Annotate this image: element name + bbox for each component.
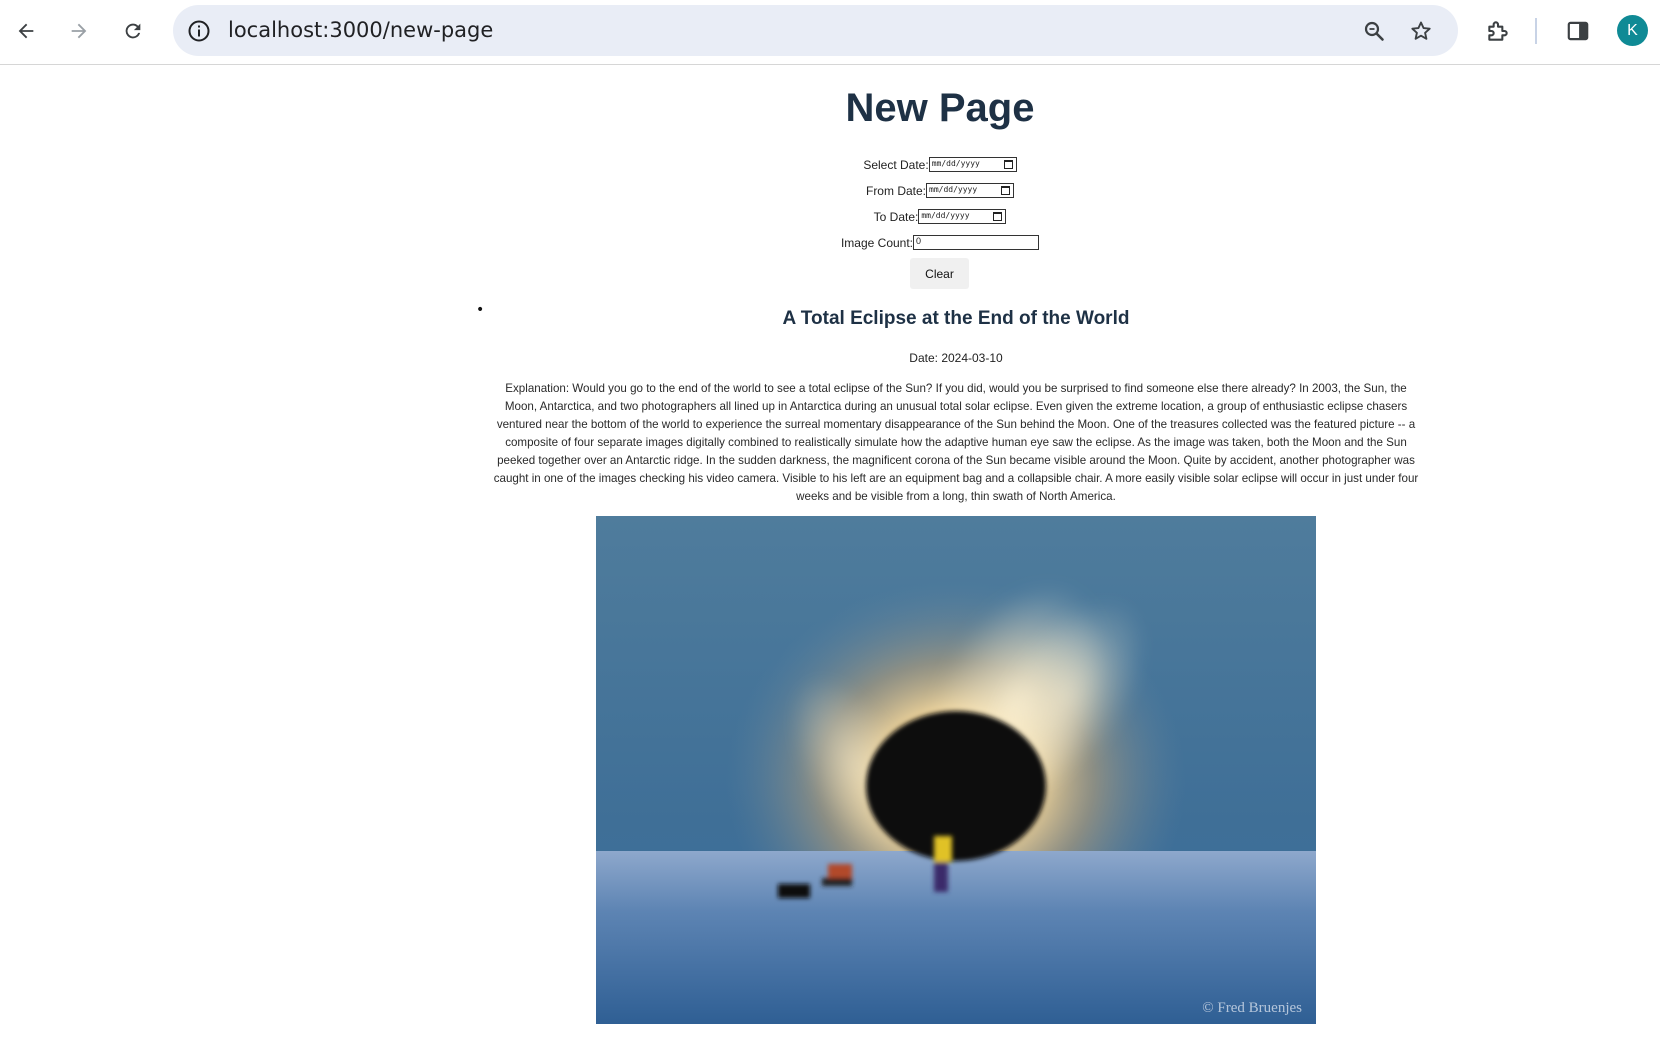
forward-button[interactable] [62,14,96,48]
calendar-icon[interactable] [1001,186,1010,196]
apod-explanation: Explanation: Would you go to the end of … [493,382,1419,503]
page-content: New Page Select Date: mm/dd/yyyy From Dat… [0,66,1660,1042]
back-button[interactable] [9,14,43,48]
select-date-label: Select Date: [863,157,929,172]
select-date-row: Select Date: mm/dd/yyyy [0,157,1660,173]
reload-button[interactable] [116,14,150,48]
profile-avatar[interactable]: K [1617,15,1648,46]
side-panel-icon [1567,21,1589,41]
bookmark-button[interactable] [1407,17,1435,45]
image-credit: © Fred Bruenjes [1202,1000,1302,1016]
site-info-button[interactable] [184,16,214,46]
to-date-label: To Date: [873,209,919,224]
from-date-label: From Date: [865,183,926,198]
image-count-input[interactable]: 0 [913,235,1040,251]
image-count-label: Image Count: [840,235,914,250]
from-date-row: From Date: mm/dd/yyyy [0,183,1660,199]
apod-date: Date: 2024-03-10 [909,351,1003,365]
toolbar-divider [1535,18,1537,44]
eclipse-photo: © Fred Bruenjes [596,516,1316,1024]
select-date-input[interactable]: mm/dd/yyyy [928,157,1017,173]
clear-button[interactable]: Clear [910,258,969,289]
page-title: New Page [845,86,1035,130]
from-date-placeholder: mm/dd/yyyy [929,185,978,195]
image-count-row: Image Count: 0 [0,235,1660,251]
zoom-button[interactable] [1360,17,1388,45]
side-panel-button[interactable] [1562,15,1594,47]
reload-icon [125,23,141,39]
arrow-right-icon [71,23,87,39]
to-date-input[interactable]: mm/dd/yyyy [918,209,1007,225]
calendar-icon[interactable] [1003,160,1013,170]
puzzle-icon [1488,21,1508,41]
star-icon [1411,21,1431,40]
magnifier-icon [1364,21,1384,41]
calendar-icon[interactable] [993,212,1003,222]
apod-title: A Total Eclipse at the End of the World [782,308,1130,329]
address-bar[interactable]: localhost:3000/new-page [173,5,1458,56]
apod-image: © Fred Bruenjes [596,516,1316,1024]
arrow-left-icon [18,23,34,39]
browser-toolbar: localhost:3000/new-page K [0,0,1660,65]
info-icon [188,20,210,42]
extensions-button[interactable] [1482,15,1514,47]
select-date-placeholder: mm/dd/yyyy [931,159,980,169]
from-date-input[interactable]: mm/dd/yyyy [926,183,1014,199]
to-date-placeholder: mm/dd/yyyy [921,211,970,221]
to-date-row: To Date: mm/dd/yyyy [0,209,1660,225]
url-text[interactable]: localhost:3000/new-page [228,18,493,42]
